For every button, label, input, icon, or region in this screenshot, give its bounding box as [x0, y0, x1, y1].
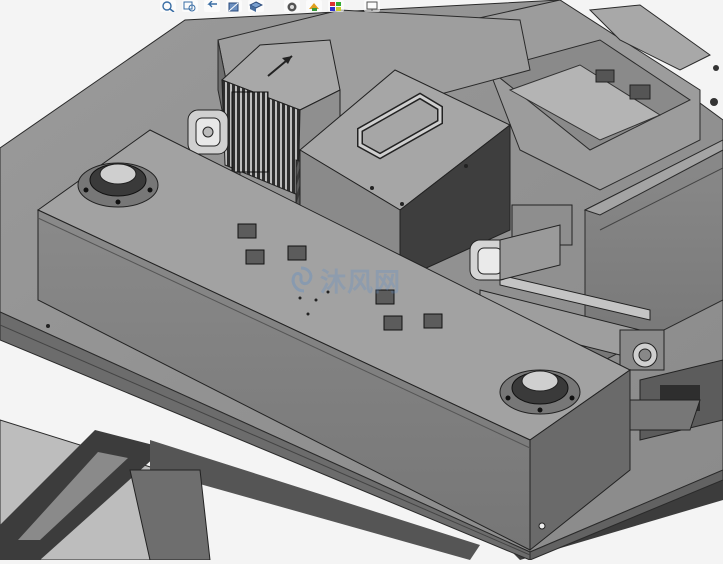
edit-appearance-icon[interactable] [328, 0, 344, 12]
previous-view-icon[interactable] [204, 0, 220, 12]
cad-model-viewport[interactable] [0, 0, 723, 561]
mount-foot-right [499, 369, 581, 415]
hide-show-icon[interactable] [306, 0, 322, 12]
view-settings-icon[interactable] [364, 0, 380, 12]
view-orientation-icon[interactable] [248, 0, 264, 12]
display-style-icon[interactable] [284, 0, 300, 12]
cylinder-left [187, 109, 229, 155]
view-toolbar [160, 0, 490, 12]
section-view-icon[interactable] [226, 0, 242, 12]
mount-foot-left [77, 162, 159, 208]
zoom-to-fit-icon[interactable] [160, 0, 176, 12]
zoom-area-icon[interactable] [182, 0, 198, 12]
